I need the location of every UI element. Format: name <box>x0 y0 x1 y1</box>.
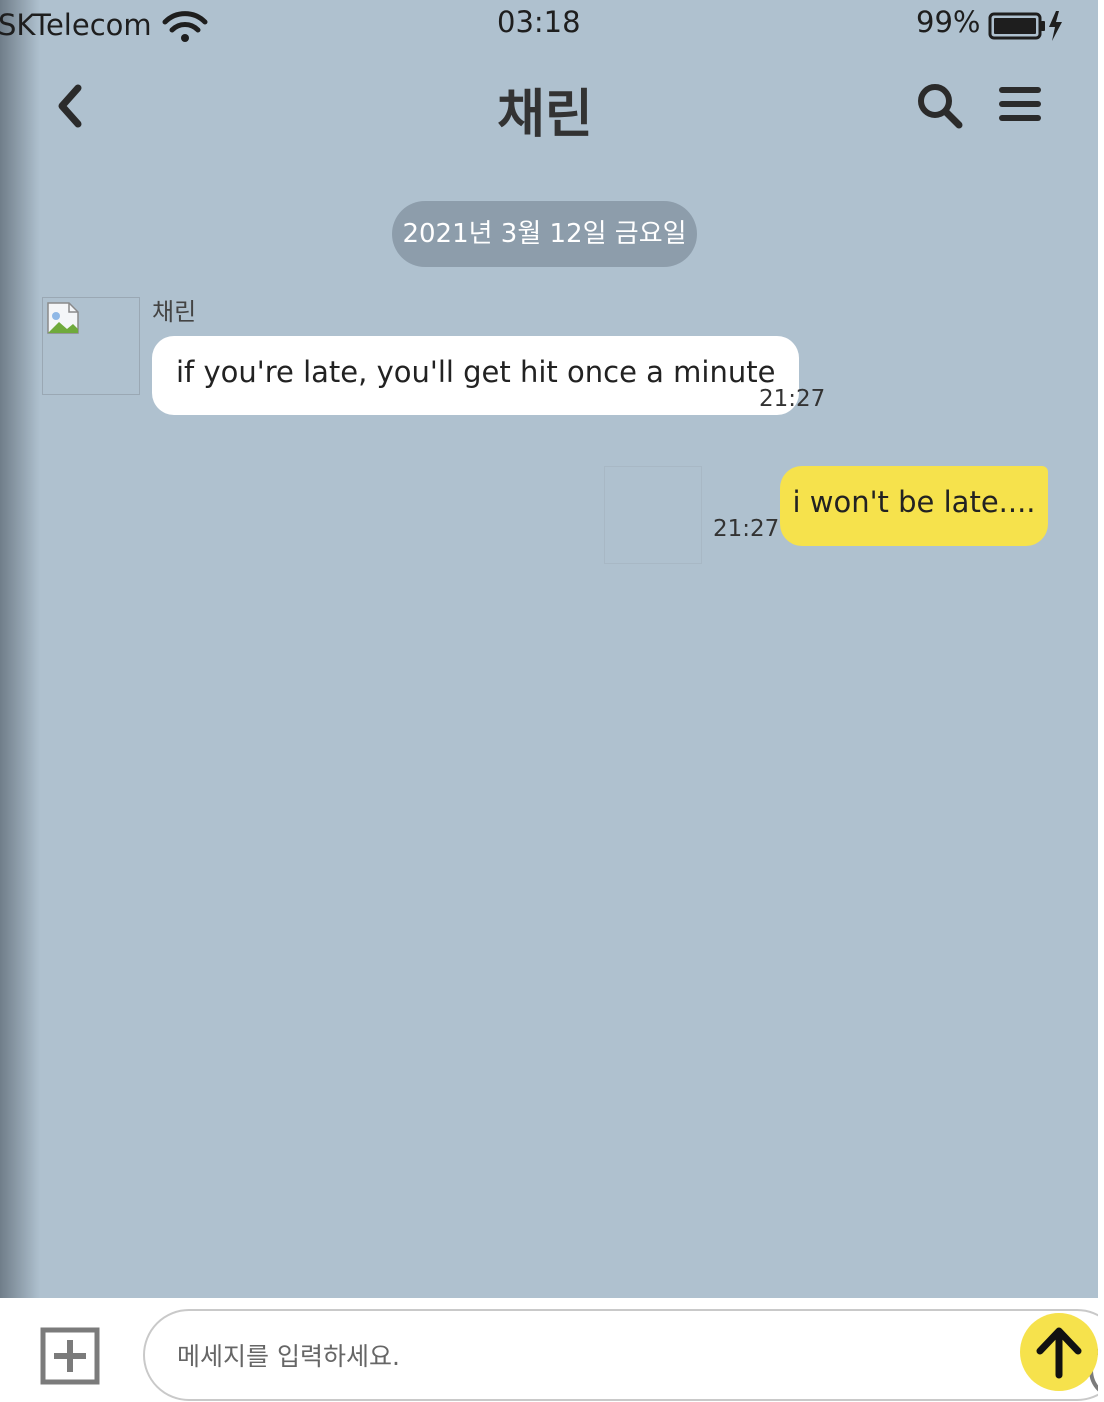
status-clock: 03:18 <box>497 5 581 39</box>
wifi-icon <box>162 11 208 42</box>
chat-header: 채린 <box>0 60 1098 150</box>
right-edge <box>1098 0 1104 1402</box>
status-bar: SKTelecom 03:18 99% <box>0 0 1098 50</box>
carrier-name: SKTelecom <box>0 8 152 42</box>
left-edge-shadow <box>0 0 40 1298</box>
message-input[interactable] <box>175 1335 899 1377</box>
charging-bolt-icon <box>1049 11 1062 41</box>
arrow-up-icon <box>1036 1327 1082 1379</box>
outgoing-message-bubble[interactable]: i won't be late.... <box>780 466 1048 546</box>
send-button[interactable] <box>1020 1313 1098 1391</box>
message-timestamp: 21:27 <box>713 516 780 542</box>
attach-button[interactable] <box>40 1327 100 1385</box>
battery-percentage: 99% <box>916 5 981 39</box>
message-input-container <box>143 1309 1104 1401</box>
date-divider: 2021년 3월 12일 금요일 <box>392 201 697 267</box>
search-icon <box>918 84 963 129</box>
hamburger-menu-icon <box>999 87 1041 121</box>
message-read-placeholder <box>604 466 702 564</box>
message-timestamp: 21:27 <box>759 386 826 412</box>
incoming-message-bubble[interactable]: if you're late, you'll get hit once a mi… <box>152 336 800 415</box>
broken-image-icon <box>47 302 79 334</box>
sender-avatar[interactable] <box>42 297 140 395</box>
search-button[interactable] <box>915 82 965 130</box>
battery-icon <box>988 11 1062 41</box>
plus-box-icon <box>40 1327 100 1385</box>
message-composer <box>0 1298 1104 1402</box>
sender-name: 채린 <box>152 298 197 326</box>
menu-button[interactable] <box>998 84 1042 126</box>
